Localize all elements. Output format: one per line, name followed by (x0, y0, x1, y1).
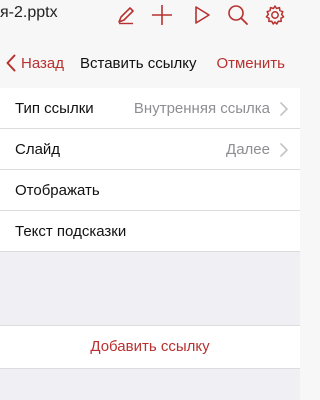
row-label: Отображать (15, 182, 100, 199)
row-label: Тип ссылки (15, 100, 94, 117)
play-icon[interactable] (190, 3, 214, 27)
back-button-label: Назад (21, 54, 64, 72)
chevron-right-icon (280, 143, 288, 157)
row-display-text[interactable]: Отображать (0, 170, 300, 211)
chevron-right-icon (280, 102, 288, 116)
pen-icon[interactable] (114, 3, 138, 27)
gear-icon[interactable] (263, 3, 287, 27)
link-options-list: Тип ссылки Внутренняя ссылка Слайд Далее… (0, 88, 300, 252)
row-value: Внутренняя ссылка (133, 100, 270, 117)
document-title: я-2.pptx (0, 4, 58, 21)
row-value: Далее (226, 141, 270, 158)
search-icon[interactable] (226, 3, 250, 27)
cancel-button[interactable]: Отменить (216, 55, 285, 72)
sheet-nav-bar: Назад Вставить ссылку Отменить (0, 38, 300, 89)
row-slide[interactable]: Слайд Далее (0, 129, 300, 170)
row-tooltip-text[interactable]: Текст подсказки (0, 211, 300, 252)
add-link-label: Добавить ссылку (90, 338, 210, 355)
row-link-type[interactable]: Тип ссылки Внутренняя ссылка (0, 88, 300, 129)
sheet-title: Вставить ссылку (80, 55, 197, 72)
chevron-left-icon (6, 54, 16, 72)
top-toolbar: я-2.pptx (0, 0, 300, 30)
row-label: Слайд (15, 141, 61, 158)
insert-link-sheet: Назад Вставить ссылку Отменить Тип ссылк… (0, 38, 300, 400)
back-button[interactable]: Назад (6, 52, 64, 74)
row-label: Текст подсказки (15, 223, 127, 240)
add-link-button[interactable]: Добавить ссылку (0, 325, 300, 369)
plus-icon[interactable] (150, 3, 174, 27)
